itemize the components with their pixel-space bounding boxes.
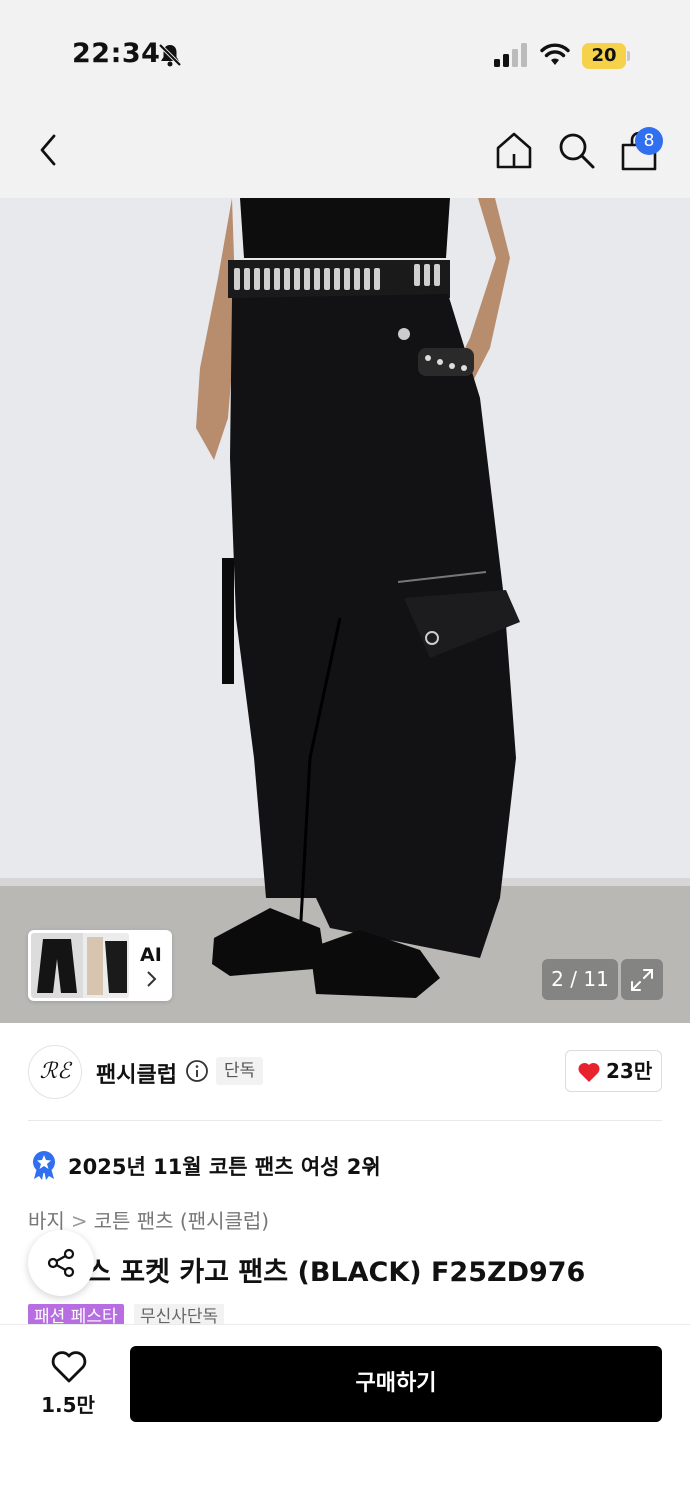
share-icon: [47, 1248, 75, 1278]
chevron-right-icon: [368, 1157, 377, 1173]
brand-logo-mark: ℛℰ: [39, 1059, 71, 1084]
battery-level: 20: [591, 45, 617, 66]
bell-off-icon: [158, 43, 182, 67]
home-icon[interactable]: [494, 130, 534, 170]
brand-like-count: 23만: [606, 1059, 653, 1083]
status-time: 22:34: [72, 38, 161, 69]
product-title-text: 스 포켓 카고 팬츠 (BLACK) F25ZD976: [86, 1257, 586, 1288]
heart-filled-icon: [578, 1062, 600, 1082]
ai-label: AI: [140, 944, 162, 966]
search-icon[interactable]: [556, 130, 596, 170]
expand-image-button[interactable]: [621, 959, 663, 1000]
ranking-medal-icon: [33, 1151, 55, 1180]
image-counter: 2 / 11: [542, 959, 618, 1000]
product-photo: [0, 198, 690, 1023]
product-image-gallery[interactable]: 2 / 11: [0, 198, 690, 1023]
status-bar: 22:34 20: [0, 0, 690, 100]
chevron-right-icon: [147, 971, 157, 987]
nav-bar: [0, 100, 690, 198]
share-button[interactable]: [28, 1230, 94, 1296]
wifi-icon: [540, 43, 570, 65]
breadcrumb-subcategory[interactable]: 코튼 팬츠 (팬시클럽): [94, 1209, 270, 1233]
breadcrumb-separator: >: [70, 1209, 88, 1233]
ai-similar-card[interactable]: AI: [28, 930, 172, 1001]
divider: [28, 1120, 662, 1121]
ranking-link[interactable]: 2025년 11월 코튼 팬츠 여성 2위: [68, 1151, 381, 1181]
heart-outline-icon[interactable]: [50, 1350, 88, 1384]
product-title: 스 포켓 카고 팬츠 (BLACK) F25ZD976: [28, 1250, 662, 1289]
back-arrow-icon[interactable]: [30, 130, 70, 170]
exclusive-badge: 단독: [216, 1057, 264, 1085]
brand-like-button[interactable]: 23만: [565, 1050, 662, 1092]
expand-icon: [631, 969, 653, 991]
bottom-action-bar: 1.5만 구매하기: [0, 1324, 690, 1500]
brand-name[interactable]: 팬시클럽: [96, 1057, 177, 1089]
brand-logo[interactable]: ℛℰ: [28, 1045, 82, 1099]
buy-button[interactable]: 구매하기: [130, 1346, 662, 1422]
signal-icon: [494, 43, 527, 67]
wish-count: 1.5만: [41, 1393, 95, 1417]
ai-thumbnail: [31, 933, 129, 998]
cart-count-badge: 8: [635, 127, 663, 155]
info-icon[interactable]: [185, 1059, 209, 1083]
battery-icon: 20: [582, 43, 630, 69]
